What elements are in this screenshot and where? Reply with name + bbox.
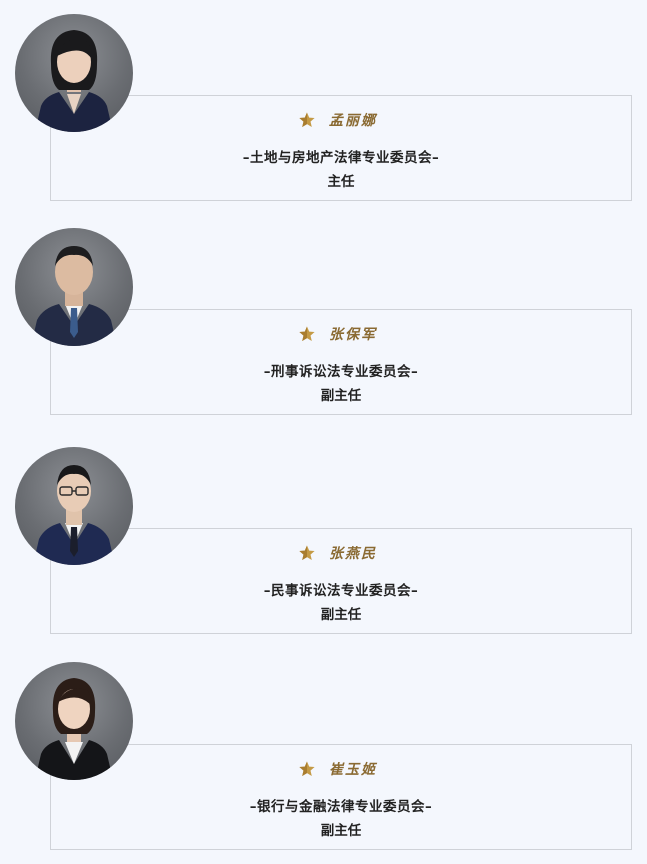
gold-star-icon — [299, 545, 315, 560]
gold-star-icon — [299, 761, 315, 776]
gold-star-icon — [299, 112, 315, 127]
name-row: 崔玉姬 — [51, 759, 631, 779]
committee-name: –民事诉讼法专业委员会– — [263, 583, 419, 599]
member-card: 张保军 –刑事诉讼法专业委员会– 副主任 — [50, 309, 632, 415]
member-photo — [15, 662, 133, 780]
member-photo — [15, 228, 133, 346]
female-portrait-icon — [35, 30, 113, 132]
name-row: 孟丽娜 — [51, 110, 631, 130]
member-card: 张燕民 –民事诉讼法专业委员会– 副主任 — [50, 528, 632, 634]
committee-name: –银行与金融法律专业委员会– — [249, 799, 433, 815]
member-position: 副主任 — [320, 823, 362, 839]
member-name: 张保军 — [329, 327, 377, 343]
member-position: 主任 — [327, 174, 355, 190]
female-portrait-icon — [35, 678, 113, 780]
member-card: 孟丽娜 –土地与房地产法律专业委员会– 主任 — [50, 95, 632, 201]
male-portrait-glasses-icon — [33, 465, 115, 565]
name-row: 张保军 — [51, 324, 631, 344]
name-row: 张燕民 — [51, 543, 631, 563]
committee-name: –土地与房地产法律专业委员会– — [242, 150, 440, 166]
committee-name: –刑事诉讼法专业委员会– — [263, 364, 419, 380]
member-name: 崔玉姬 — [329, 762, 377, 778]
member-position: 副主任 — [320, 607, 362, 623]
member-name: 孟丽娜 — [329, 113, 377, 129]
gold-star-icon — [299, 326, 315, 341]
member-name: 张燕民 — [329, 546, 377, 562]
member-photo — [15, 14, 133, 132]
member-position: 副主任 — [320, 388, 362, 404]
male-portrait-icon — [31, 246, 117, 346]
member-card: 崔玉姬 –银行与金融法律专业委员会– 副主任 — [50, 744, 632, 850]
member-photo — [15, 447, 133, 565]
